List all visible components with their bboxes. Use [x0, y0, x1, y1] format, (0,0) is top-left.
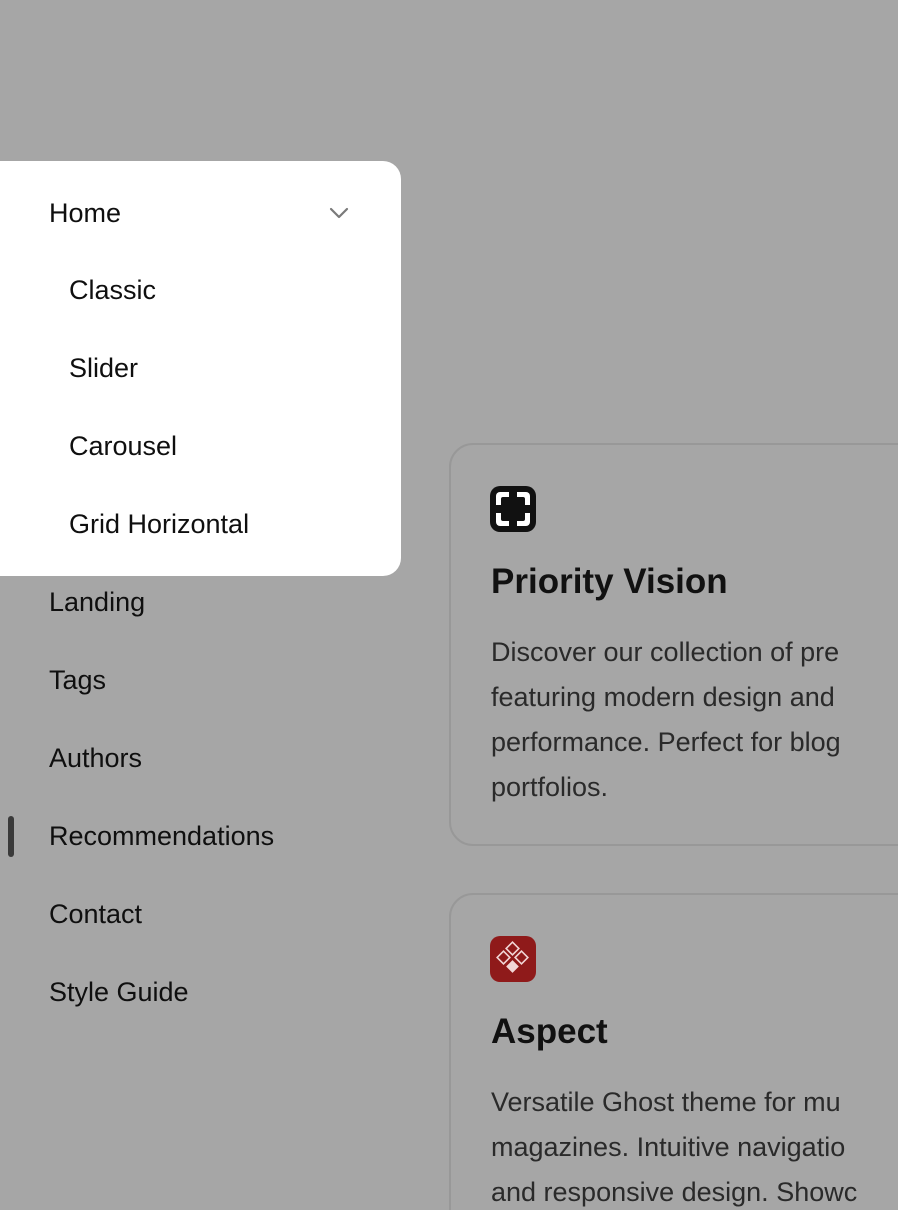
card-description-line: magazines. Intuitive navigatio	[491, 1132, 846, 1162]
card-description-line: performance. Perfect for blog	[491, 727, 841, 757]
sidebar-item-recommendations[interactable]: Recommendations	[49, 819, 274, 853]
sidebar-item-style-guide[interactable]: Style Guide	[49, 975, 189, 1009]
dropdown-item-grid-horizontal[interactable]: Grid Horizontal	[69, 507, 249, 541]
dropdown-item-slider[interactable]: Slider	[69, 351, 138, 385]
card-title: Priority Vision	[491, 562, 728, 601]
sidebar-item-landing[interactable]: Landing	[49, 585, 145, 619]
sidebar-item-authors[interactable]: Authors	[49, 741, 142, 775]
theme-card[interactable]: Aspect Versatile Ghost theme for mu maga…	[449, 893, 898, 1210]
card-description-line: Versatile Ghost theme for mu	[491, 1087, 841, 1117]
page: Landing Tags Authors Recommendations Con…	[0, 0, 898, 1210]
card-description-line: and responsive design. Showc	[491, 1177, 858, 1207]
chevron-down-icon[interactable]	[327, 201, 351, 225]
card-description-line: Discover our collection of pre	[491, 637, 840, 667]
diamond-grid-icon	[490, 936, 536, 982]
card-description: Discover our collection of pre featuring…	[491, 630, 898, 810]
dropdown-item-carousel[interactable]: Carousel	[69, 429, 177, 463]
card-description-line: featuring modern design and	[491, 682, 835, 712]
card-description-line: portfolios.	[491, 772, 609, 802]
sidebar-item-tags[interactable]: Tags	[49, 663, 106, 697]
theme-card[interactable]: Priority Vision Discover our collection …	[449, 443, 898, 846]
card-title: Aspect	[491, 1012, 608, 1051]
dropdown-item-classic[interactable]: Classic	[69, 273, 156, 307]
dropdown-parent-home[interactable]: Home	[49, 196, 121, 230]
focus-frame-icon	[490, 486, 536, 532]
home-dropdown-menu: Home Classic Slider Carousel Grid Horizo…	[0, 161, 401, 576]
card-description: Versatile Ghost theme for mu magazines. …	[491, 1080, 898, 1210]
active-indicator	[8, 816, 14, 857]
sidebar-item-contact[interactable]: Contact	[49, 897, 142, 931]
